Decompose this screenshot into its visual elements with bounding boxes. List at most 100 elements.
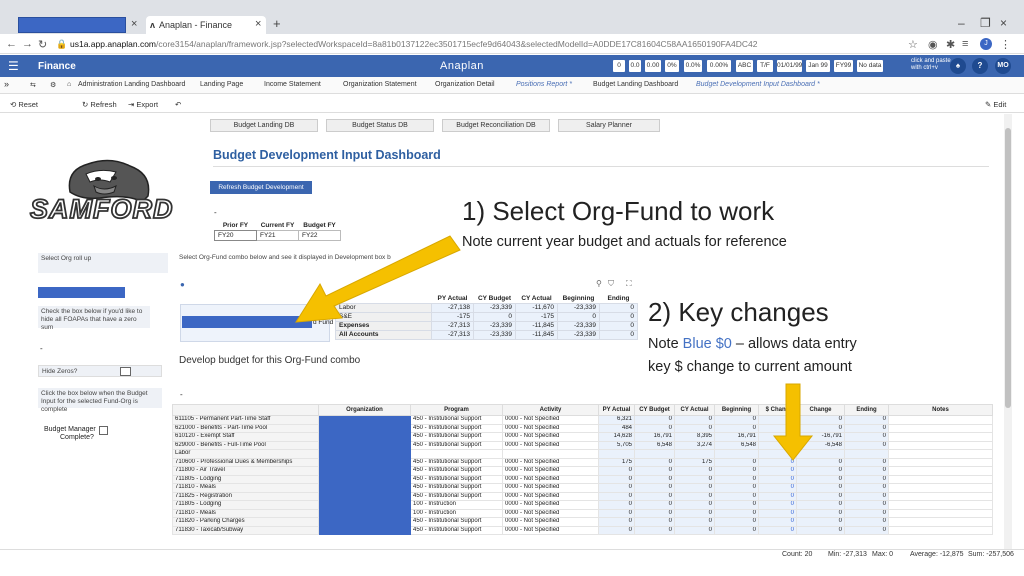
tab-organization-statement[interactable]: Organization Statement [343,81,417,88]
nav-salary-planner[interactable]: Salary Planner [558,119,660,132]
organization-cell[interactable] [318,517,411,527]
summary-row-label[interactable]: Labor [335,302,432,313]
prior-fy-field[interactable]: FY20 [214,230,257,241]
user-avatar[interactable]: MO [995,58,1011,74]
workflow-icon[interactable]: ⇆ [30,81,36,89]
notes-cell[interactable] [888,500,993,510]
summary-row-label[interactable]: S&E [335,311,432,322]
organization-cell[interactable] [318,449,411,459]
help-icon[interactable]: ? [972,58,988,74]
format-box[interactable]: 01/01/99 [777,60,802,72]
account-cell[interactable]: 711805 - Lodging [172,474,319,484]
organization-cell[interactable] [318,457,411,467]
grid-column-header[interactable]: Organization [318,404,411,416]
minimize-icon[interactable]: – [958,16,965,30]
search-icon[interactable]: ⚲ [596,279,602,288]
dollar-change-input[interactable]: 0 [758,508,797,518]
grid-column-header[interactable]: Beginning [714,404,759,416]
collapse-dash[interactable]: - [40,344,43,353]
dollar-change-input[interactable]: 0 [758,474,797,484]
nav-budget-reconciliation-db[interactable]: Budget Reconciliation DB [442,119,550,132]
grid-column-header[interactable] [172,404,319,416]
grid-column-header[interactable]: Notes [888,404,993,416]
grid-column-header[interactable]: PY Actual [598,404,635,416]
notes-cell[interactable] [888,440,993,450]
menu-icon[interactable]: ☰ [8,59,19,73]
dollar-change-input[interactable]: 0 [758,466,797,476]
grid-column-header[interactable]: CY Budget [634,404,675,416]
tab-budget-development-input[interactable]: Budget Development Input Dashboard * [696,81,820,88]
dollar-change-input[interactable]: 0 [758,457,797,467]
organization-cell[interactable] [318,525,411,535]
grid-column-header[interactable]: Ending [844,404,889,416]
organization-cell[interactable] [318,432,411,442]
account-cell[interactable]: 711830 - Taxicab/Subway [172,525,319,535]
dollar-change-input[interactable]: 0 [758,491,797,501]
format-box[interactable]: ABC [736,60,753,72]
account-cell[interactable]: 711800 - Air Travel [172,466,319,476]
tab-budget-landing-dashboard[interactable]: Budget Landing Dashboard [593,81,678,88]
account-cell[interactable]: 711805 - Lodging [172,500,319,510]
dollar-change-input[interactable] [758,423,797,433]
notes-cell[interactable] [888,432,993,442]
notes-cell[interactable] [888,457,993,467]
url-input[interactable]: us1a.app.anaplan.com/core3154/anaplan/fr… [70,39,757,49]
scrollbar-thumb[interactable] [1005,128,1011,408]
organization-cell[interactable] [318,474,411,484]
account-cell[interactable]: 711825 - Registration [172,491,319,501]
format-box[interactable]: FY99 [834,60,853,72]
tab-landing-page[interactable]: Landing Page [200,81,243,88]
refresh-budget-development-button[interactable]: Refresh Budget Development [210,181,312,194]
dollar-change-input[interactable] [758,432,797,442]
format-box[interactable]: 0% [665,60,679,72]
account-cell[interactable]: 711810 - Meals [172,483,319,493]
restore-icon[interactable]: ❐ [980,16,991,30]
tab-administration-landing[interactable]: Administration Landing Dashboard [78,81,185,88]
notes-cell[interactable] [888,517,993,527]
account-cell[interactable]: Labor [172,449,319,459]
home-icon[interactable]: ⌂ [67,81,71,88]
account-cell[interactable]: 711820 - Parking Charges [172,517,319,527]
nav-budget-status-db[interactable]: Budget Status DB [326,119,434,132]
format-box[interactable]: 0.00% [707,60,731,72]
nav-budget-landing-db[interactable]: Budget Landing DB [210,119,318,132]
app-title[interactable]: Finance [38,61,76,72]
dollar-change-input[interactable]: 0 [758,525,797,535]
dollar-change-input[interactable] [758,415,797,425]
reading-list-icon[interactable]: ≡ [962,38,968,50]
puzzle-icon[interactable]: ✱ [946,38,955,51]
account-cell[interactable]: 611105 - Permanent Part-Time Staff [172,415,319,425]
organization-cell[interactable] [318,500,411,510]
edit-button[interactable]: ✎ Edit [985,100,1006,109]
close-tab-icon[interactable]: × [255,18,261,30]
format-box[interactable]: 0.0 [629,60,641,72]
grid-column-header[interactable]: Change [796,404,845,416]
format-box[interactable]: 0.0% [684,60,702,72]
dollar-change-input[interactable]: 0 [758,483,797,493]
notes-cell[interactable] [888,449,993,459]
dollar-change-input[interactable]: 0 [758,500,797,510]
summary-row-label[interactable]: All Accounts [335,329,432,340]
notes-cell[interactable] [888,491,993,501]
close-tab-icon[interactable]: × [131,18,137,30]
collapse-dash[interactable]: - [180,390,183,399]
hide-zeros-checkbox[interactable] [120,367,131,376]
notes-cell[interactable] [888,525,993,535]
extension-icon[interactable]: ◉ [928,38,938,51]
org-rollup-selector[interactable] [38,287,125,298]
profile-avatar[interactable]: J [980,38,992,50]
notes-cell[interactable] [888,474,993,484]
format-box[interactable]: Jan 99 [806,60,830,72]
new-tab-icon[interactable]: + [273,16,281,31]
reload-icon[interactable]: ↻ [38,38,47,51]
notes-cell[interactable] [888,483,993,493]
grid-column-header[interactable]: Activity [502,404,599,416]
more-menu-icon[interactable]: ⋮ [1000,38,1011,51]
notifications-icon[interactable]: ♠ [950,58,966,74]
account-cell[interactable]: 621000 - Benefits - Part-Time Pool [172,423,319,433]
notes-cell[interactable] [888,423,993,433]
budget-complete-checkbox[interactable] [99,426,108,435]
back-icon[interactable]: ← [6,38,17,50]
format-box[interactable]: 0.00 [645,60,661,72]
notes-cell[interactable] [888,508,993,518]
